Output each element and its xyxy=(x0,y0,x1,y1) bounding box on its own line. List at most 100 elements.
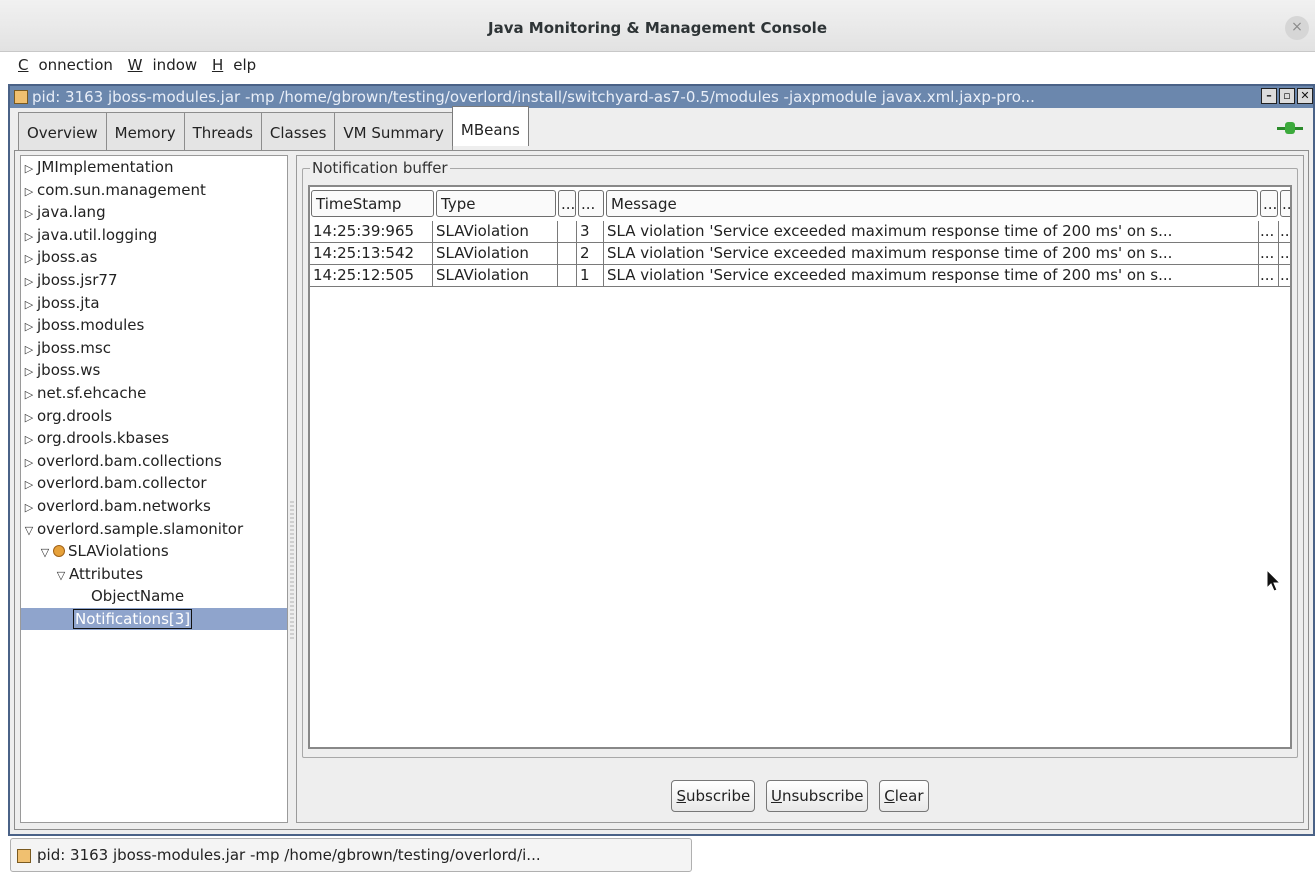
cell-type: SLAViolation xyxy=(433,221,558,243)
tree-node-slaviolations[interactable]: ▽ SLAViolations xyxy=(21,540,287,563)
tree-node[interactable]: ▷ jboss.ws xyxy=(21,359,287,382)
tree-expand-icon[interactable]: ▷ xyxy=(23,181,35,203)
tree-expand-icon[interactable]: ▷ xyxy=(23,316,35,338)
selected-node-label: Notifications[3] xyxy=(73,608,193,629)
tree-collapse-icon[interactable]: ▽ xyxy=(39,542,51,564)
tab-strip: Overview Memory Threads Classes VM Summa… xyxy=(18,106,529,150)
mbeans-panel: ▷ JMImplementation ▷ com.sun.management ▷ j… xyxy=(14,150,1309,830)
tree-node[interactable]: ▷ org.drools xyxy=(21,405,287,428)
cell-message: SLA violation 'Service exceeded maximum … xyxy=(604,221,1259,243)
close-icon[interactable]: × xyxy=(1285,16,1309,40)
cell-message: SLA violation 'Service exceeded maximum … xyxy=(604,243,1259,265)
tree-node[interactable]: ▷ java.util.logging xyxy=(21,224,287,247)
clear-button[interactable]: Clear xyxy=(879,780,929,812)
minimize-icon[interactable]: – xyxy=(1261,88,1277,104)
menu-help[interactable]: Help xyxy=(212,56,256,74)
column-header-extra-1[interactable]: ... xyxy=(558,190,576,217)
column-header-extra-3[interactable]: ... xyxy=(1260,190,1278,217)
tree-node-slamonitor[interactable]: ▽ overlord.sample.slamonitor xyxy=(21,518,287,541)
table-row[interactable]: 14:25:13:542 SLAViolation 2 SLA violatio… xyxy=(310,243,1290,265)
table-row[interactable]: 14:25:39:965 SLAViolation 3 SLA violatio… xyxy=(310,221,1290,243)
mbean-icon xyxy=(53,545,65,558)
tree-leaf-objectname[interactable]: ObjectName xyxy=(21,585,287,608)
cell-message: SLA violation 'Service exceeded maximum … xyxy=(604,265,1259,287)
tree-node[interactable]: ▷ overlord.bam.collector xyxy=(21,472,287,495)
notification-button-bar: Subscribe Unsubscribe Clear xyxy=(297,780,1303,814)
menubar: Connection Window Help xyxy=(0,53,1315,83)
mbean-tree[interactable]: ▷ JMImplementation ▷ com.sun.management ▷ j… xyxy=(20,155,288,823)
tree-node[interactable]: ▷ overlord.bam.collections xyxy=(21,450,287,473)
java-app-icon xyxy=(17,849,31,863)
close-frame-icon[interactable]: ✕ xyxy=(1297,88,1313,104)
tree-expand-icon[interactable]: ▷ xyxy=(23,226,35,248)
tree-node[interactable]: ▷ jboss.as xyxy=(21,246,287,269)
tree-expand-icon[interactable]: ▷ xyxy=(23,203,35,225)
java-app-icon xyxy=(14,90,28,104)
column-header-type[interactable]: Type xyxy=(436,190,556,217)
tree-expand-icon[interactable]: ▷ xyxy=(23,339,35,361)
tab-overview[interactable]: Overview xyxy=(18,112,107,150)
tab-memory[interactable]: Memory xyxy=(105,112,185,150)
tree-expand-icon[interactable]: ▷ xyxy=(23,384,35,406)
subscribe-button[interactable]: Subscribe xyxy=(671,780,756,812)
mouse-cursor-icon xyxy=(1266,569,1282,592)
cell-extra: ... xyxy=(1259,265,1279,287)
taskbar-frame-item[interactable]: pid: 3163 jboss-modules.jar -mp /home/gb… xyxy=(10,838,692,872)
tree-expand-icon[interactable]: ▷ xyxy=(23,429,35,451)
tree-expand-icon[interactable]: ▷ xyxy=(23,497,35,519)
cell-sequence: 1 xyxy=(577,265,604,287)
connection-plug-icon xyxy=(1277,122,1303,134)
tab-threads[interactable]: Threads xyxy=(183,112,262,150)
column-header-extra-2[interactable]: ... xyxy=(578,190,604,217)
tab-classes[interactable]: Classes xyxy=(260,112,336,150)
tree-node-attributes[interactable]: ▽ Attributes xyxy=(21,563,287,586)
tree-node[interactable]: ▷ jboss.modules xyxy=(21,314,287,337)
cell-sequence: 2 xyxy=(577,243,604,265)
cell-extra xyxy=(558,265,577,287)
tree-expand-icon[interactable]: ▷ xyxy=(23,248,35,270)
tree-expand-icon[interactable]: ▷ xyxy=(23,271,35,293)
tree-node[interactable]: ▷ jboss.jsr77 xyxy=(21,269,287,292)
cell-extra xyxy=(558,243,577,265)
notification-pane: Notification buffer TimeStamp Type ... .… xyxy=(296,155,1304,823)
window-titlebar: Java Monitoring & Management Console × xyxy=(0,0,1315,52)
menu-connection[interactable]: Connection xyxy=(18,56,113,74)
internal-frame-title: pid: 3163 jboss-modules.jar -mp /home/gb… xyxy=(32,88,1035,106)
tree-node[interactable]: ▷ JMImplementation xyxy=(21,156,287,179)
tree-node[interactable]: ▷ overlord.bam.networks xyxy=(21,495,287,518)
cell-extra: ... xyxy=(1259,221,1279,243)
tree-node[interactable]: ▷ jboss.msc xyxy=(21,337,287,360)
menu-window[interactable]: Window xyxy=(128,56,198,74)
tree-expand-icon[interactable]: ▷ xyxy=(23,158,35,180)
tree-expand-icon[interactable]: ▷ xyxy=(23,474,35,496)
cell-extra xyxy=(558,221,577,243)
notification-table[interactable]: TimeStamp Type ... ... Message ... ... 1… xyxy=(308,185,1292,749)
column-header-timestamp[interactable]: TimeStamp xyxy=(311,190,434,217)
tab-vm-summary[interactable]: VM Summary xyxy=(334,112,453,150)
cell-extra: ... xyxy=(1259,243,1279,265)
column-header-message[interactable]: Message xyxy=(606,190,1258,217)
notification-buffer-label: Notification buffer xyxy=(310,159,450,177)
tab-mbeans[interactable]: MBeans xyxy=(451,106,529,146)
tree-node[interactable]: ▷ com.sun.management xyxy=(21,179,287,202)
split-pane-divider[interactable] xyxy=(290,501,294,641)
column-header-extra-4[interactable]: ... xyxy=(1280,190,1290,217)
frame-window-buttons: – ▫ ✕ xyxy=(1259,88,1313,106)
tree-node[interactable]: ▷ java.lang xyxy=(21,201,287,224)
tree-expand-icon[interactable]: ▷ xyxy=(23,361,35,383)
cell-extra: ... xyxy=(1279,243,1290,265)
tree-collapse-icon[interactable]: ▽ xyxy=(55,565,67,587)
notification-buffer-group: Notification buffer TimeStamp Type ... .… xyxy=(302,159,1298,758)
tree-node[interactable]: ▷ jboss.jta xyxy=(21,292,287,315)
tree-expand-icon[interactable]: ▷ xyxy=(23,294,35,316)
restore-icon[interactable]: ▫ xyxy=(1279,88,1295,104)
unsubscribe-button[interactable]: Unsubscribe xyxy=(765,780,869,812)
tree-leaf-notifications[interactable]: Notifications[3] xyxy=(21,607,287,631)
internal-frame-titlebar[interactable]: pid: 3163 jboss-modules.jar -mp /home/gb… xyxy=(10,86,1313,108)
table-row[interactable]: 14:25:12:505 SLAViolation 1 SLA violatio… xyxy=(310,265,1290,287)
tree-node[interactable]: ▷ net.sf.ehcache xyxy=(21,382,287,405)
tree-node[interactable]: ▷ org.drools.kbases xyxy=(21,427,287,450)
tree-expand-icon[interactable]: ▷ xyxy=(23,407,35,429)
tree-expand-icon[interactable]: ▷ xyxy=(23,452,35,474)
tree-collapse-icon[interactable]: ▽ xyxy=(23,520,35,542)
